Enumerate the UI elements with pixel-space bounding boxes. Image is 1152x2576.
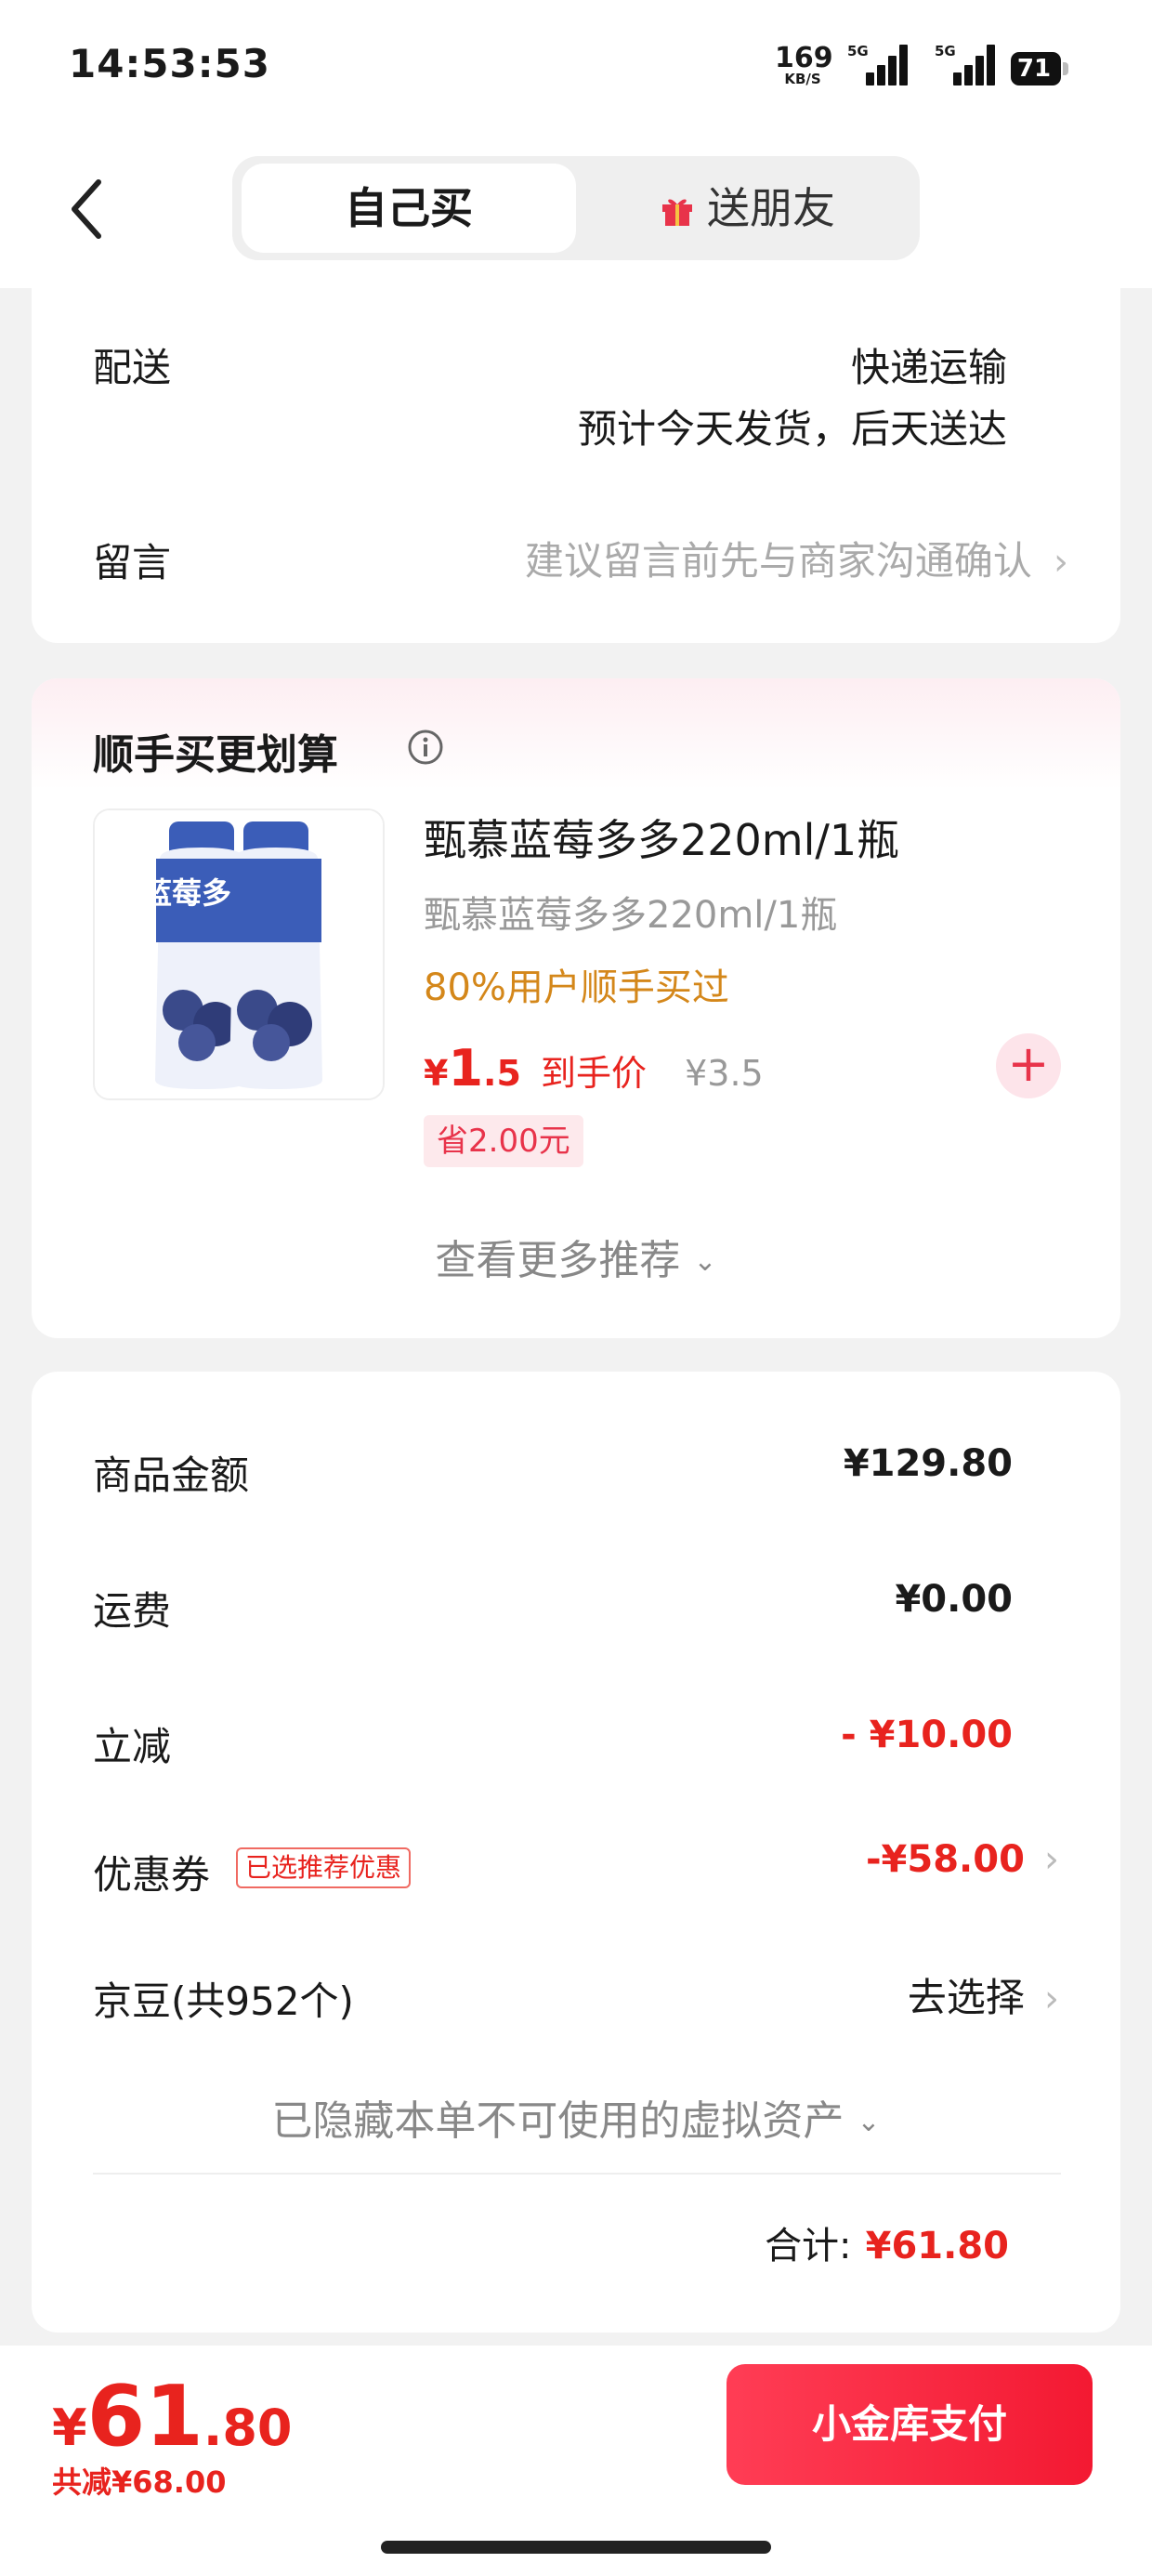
upsell-price: ¥1.5 到手价 ¥3.5 — [424, 1039, 764, 1097]
shipping-fee-label: 运费 — [93, 1588, 172, 1634]
total-saved: 共减¥68.00 — [52, 2464, 227, 2500]
upsell-social-proof: 80%用户顺手买过 — [424, 966, 729, 1009]
info-icon[interactable] — [407, 729, 444, 766]
delivery-estimate: 预计今天发货，后天送达 — [577, 406, 1007, 452]
checkout-price-decimal: .80 — [203, 2399, 293, 2457]
message-field[interactable]: 建议留言前先与商家沟通确认 › — [418, 530, 1068, 584]
signal-icon: 5G — [847, 43, 908, 85]
more-recommendations[interactable]: 查看更多推荐 ⌄ — [32, 1227, 1120, 1286]
delivery-card — [32, 279, 1120, 643]
divider — [93, 2173, 1061, 2175]
jd-bean-value: 去选择 — [907, 1975, 1025, 2020]
tab-buy-for-self[interactable]: 自己买 — [242, 164, 576, 253]
gift-icon — [661, 167, 694, 226]
goods-amount-value: ¥129.80 — [843, 1442, 1013, 1485]
tab-send-to-friend[interactable]: 送朋友 — [585, 164, 910, 253]
shipping-fee-value: ¥0.00 — [895, 1578, 1013, 1621]
coupon-label: 优惠券 — [93, 1852, 211, 1898]
hidden-assets-label: 已隐藏本单不可使用的虚拟资产 — [271, 2097, 844, 2145]
total-value: ¥61.80 — [865, 2225, 1009, 2267]
original-price: ¥3.5 — [685, 1053, 764, 1094]
network-speed-value: 169 — [775, 42, 833, 74]
instant-discount-value: - ¥10.00 — [841, 1714, 1013, 1756]
coupon-selected-badge: 已选推荐优惠 — [236, 1847, 412, 1888]
checkout-currency: ¥ — [52, 2399, 87, 2457]
total-label: 合计: — [765, 2225, 852, 2267]
more-recommendations-label: 查看更多推荐 — [435, 1237, 681, 1284]
message-placeholder: 建议留言前先与商家沟通确认 — [524, 538, 1032, 584]
savings-badge: 省2.00元 — [424, 1115, 583, 1167]
upsell-title: 顺手买更划算 — [93, 731, 338, 779]
coupon-value: -¥58.00 — [865, 1838, 1025, 1881]
checkout-price-integer: 61 — [86, 2368, 203, 2465]
price-integer: 1 — [448, 1039, 484, 1097]
chevron-right-icon: › — [1054, 541, 1068, 584]
battery-icon: 71 — [1011, 52, 1070, 85]
tab-send-to-friend-label: 送朋友 — [707, 183, 835, 233]
goods-amount-label: 商品金额 — [93, 1452, 250, 1498]
delivery-label: 配送 — [93, 345, 172, 390]
order-total: 合计: ¥61.80 — [557, 2215, 1009, 2269]
product-thumbnail[interactable]: 蓝莓多多 — [93, 808, 385, 1100]
back-icon[interactable] — [65, 177, 111, 242]
status-time: 14:53:53 — [69, 41, 270, 86]
price-label: 到手价 — [541, 1053, 648, 1094]
battery-level: 71 — [1016, 55, 1052, 83]
chevron-down-icon: ⌄ — [693, 1245, 717, 1278]
sim2-label: 5G — [935, 43, 956, 59]
chevron-right-icon: › — [1044, 1838, 1059, 1881]
price-currency: ¥ — [424, 1053, 449, 1094]
price-decimal: .5 — [483, 1053, 521, 1094]
coupon-selector[interactable]: -¥58.00 › — [706, 1838, 1059, 1881]
hidden-assets-toggle[interactable]: 已隐藏本单不可使用的虚拟资产 ⌄ — [32, 2087, 1120, 2147]
add-to-cart-button[interactable]: + — [996, 1033, 1061, 1098]
sim1-label: 5G — [847, 43, 869, 59]
delivery-method[interactable]: 快递运输 — [650, 336, 1007, 393]
checkout-price: ¥61.80 — [52, 2368, 293, 2465]
signal-icon: 5G — [935, 43, 995, 85]
home-indicator[interactable] — [381, 2541, 771, 2554]
pay-button[interactable]: 小金库支付 — [727, 2364, 1093, 2485]
jd-bean-label: 京豆(共952个) — [93, 1978, 354, 2024]
chevron-right-icon: › — [1044, 1978, 1059, 2020]
network-speed-unit: KB/S — [784, 71, 821, 87]
upsell-product-spec: 甄慕蓝莓多多220ml/1瓶 — [424, 894, 838, 937]
jd-bean-selector[interactable]: 去选择 › — [743, 1966, 1059, 2023]
network-speed: 169 KB/S — [775, 42, 833, 87]
message-label: 留言 — [93, 540, 172, 585]
instant-discount-label: 立减 — [93, 1724, 172, 1769]
chevron-down-icon: ⌄ — [857, 2106, 881, 2138]
upsell-product-name[interactable]: 甄慕蓝莓多多220ml/1瓶 — [424, 807, 899, 868]
